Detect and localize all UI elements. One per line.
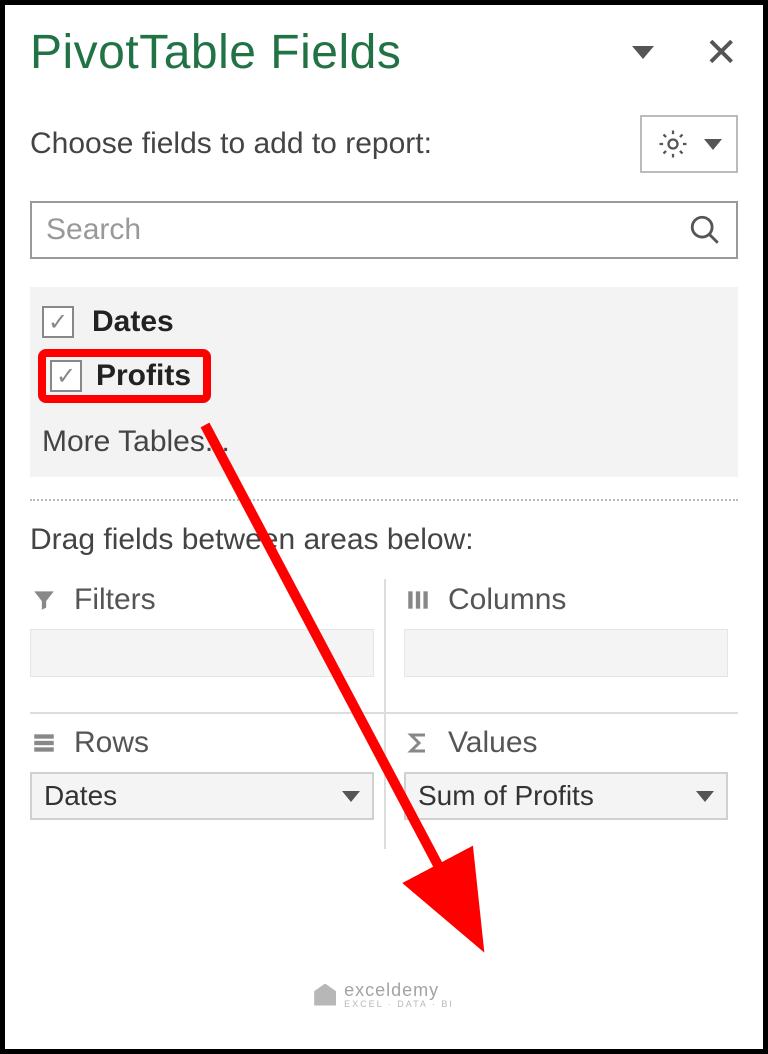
- area-filters-label: Filters: [74, 583, 156, 617]
- filter-icon: [30, 586, 58, 614]
- field-label: Profits: [96, 359, 191, 393]
- columns-icon: [404, 586, 432, 614]
- field-row-profits-highlighted[interactable]: ✓ Profits: [38, 349, 211, 403]
- values-item-sum-of-profits[interactable]: Sum of Profits: [404, 772, 728, 820]
- area-rows: Rows Dates: [30, 714, 384, 849]
- checkbox-dates[interactable]: ✓: [42, 306, 74, 338]
- area-rows-header: Rows: [30, 726, 374, 760]
- area-columns-header: Columns: [404, 583, 728, 617]
- tools-button[interactable]: [640, 115, 738, 173]
- area-rows-label: Rows: [74, 726, 149, 760]
- rows-icon: [30, 729, 58, 757]
- more-tables-link[interactable]: More Tables...: [38, 425, 730, 459]
- field-label: Dates: [92, 305, 174, 339]
- watermark-logo-icon: [314, 984, 336, 1006]
- chevron-down-icon: [342, 791, 360, 802]
- areas-grid: Filters Columns: [30, 579, 738, 849]
- watermark-text: exceldemy: [344, 980, 454, 1001]
- watermark-subtext: EXCEL · DATA · BI: [344, 999, 454, 1009]
- area-values: Values Sum of Profits: [384, 714, 738, 849]
- close-button[interactable]: ✕: [704, 33, 738, 73]
- checkmark-icon: ✓: [56, 362, 76, 391]
- chevron-down-icon: [704, 139, 722, 150]
- area-filters: Filters: [30, 579, 384, 714]
- subheader-row: Choose fields to add to report:: [30, 115, 738, 173]
- pivottable-fields-pane: PivotTable Fields ✕ Choose fields to add…: [5, 5, 763, 1049]
- pane-title: PivotTable Fields: [30, 25, 632, 80]
- area-columns-label: Columns: [448, 583, 566, 617]
- search-input[interactable]: Search: [30, 201, 738, 259]
- checkmark-icon: ✓: [48, 308, 68, 337]
- values-item-label: Sum of Profits: [418, 780, 696, 812]
- sigma-icon: [404, 729, 432, 757]
- divider: [30, 499, 738, 501]
- area-columns: Columns: [384, 579, 738, 714]
- fields-list: ✓ Dates ✓ Profits More Tables...: [30, 287, 738, 477]
- gear-icon: [656, 127, 690, 161]
- chevron-down-icon: [696, 791, 714, 802]
- rows-item-label: Dates: [44, 780, 342, 812]
- choose-fields-label: Choose fields to add to report:: [30, 127, 640, 161]
- search-placeholder: Search: [46, 213, 688, 247]
- area-filters-header: Filters: [30, 583, 374, 617]
- watermark: exceldemy EXCEL · DATA · BI: [314, 980, 454, 1009]
- area-values-header: Values: [404, 726, 728, 760]
- field-row-dates[interactable]: ✓ Dates: [38, 299, 730, 345]
- filters-dropzone[interactable]: [30, 629, 374, 677]
- area-values-label: Values: [448, 726, 538, 760]
- checkbox-profits[interactable]: ✓: [50, 360, 82, 392]
- pane-options-dropdown[interactable]: [632, 46, 654, 59]
- drag-areas-label: Drag fields between areas below:: [30, 523, 738, 557]
- search-icon: [688, 213, 722, 247]
- columns-dropzone[interactable]: [404, 629, 728, 677]
- pane-header: PivotTable Fields ✕: [30, 25, 738, 80]
- rows-item-dates[interactable]: Dates: [30, 772, 374, 820]
